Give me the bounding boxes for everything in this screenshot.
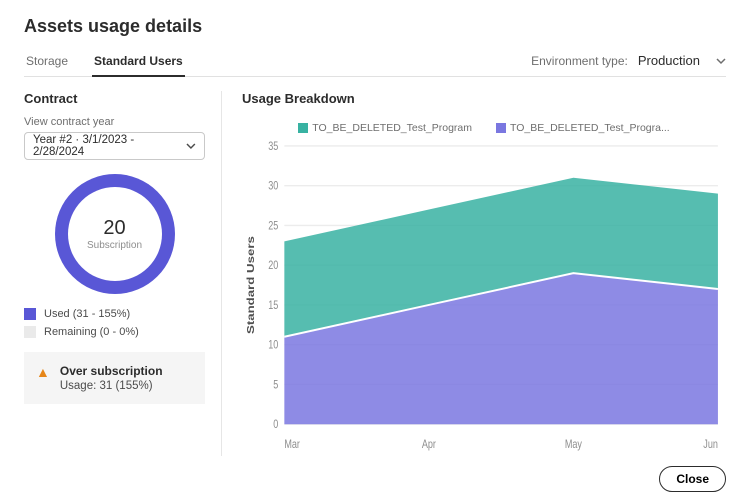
alert-title: Over subscription — [60, 364, 163, 378]
environment-type-label: Environment type: — [531, 54, 628, 68]
contract-panel: Contract View contract year Year #2 · 3/… — [24, 91, 222, 456]
alert-detail: Usage: 31 (155%) — [60, 380, 163, 392]
svg-text:5: 5 — [273, 378, 278, 392]
tab-standard-users[interactable]: Standard Users — [92, 54, 185, 76]
svg-text:May: May — [565, 438, 583, 452]
used-label: Used (31 - 155%) — [44, 308, 130, 320]
tabs: Storage Standard Users Environment type:… — [24, 47, 726, 77]
remaining-label: Remaining (0 - 0%) — [44, 326, 139, 338]
svg-text:10: 10 — [268, 339, 278, 353]
environment-type[interactable]: Environment type: Production — [207, 53, 726, 76]
close-button[interactable]: Close — [659, 466, 726, 492]
series-a-swatch — [298, 123, 308, 133]
usage-chart: 0 5 10 15 20 25 30 35 Mar Apr May Jun Standard Users — [242, 138, 726, 456]
subscription-count: 20 — [103, 217, 125, 240]
svg-text:Jun: Jun — [703, 438, 718, 452]
tab-storage[interactable]: Storage — [24, 54, 70, 76]
legend-series-a: TO_BE_DELETED_Test_Program — [298, 122, 472, 134]
contract-year-select[interactable]: Year #2 · 3/1/2023 - 2/28/2024 — [24, 132, 205, 160]
subscription-label: Subscription — [87, 240, 142, 251]
svg-text:Mar: Mar — [284, 438, 300, 452]
breakdown-heading: Usage Breakdown — [242, 91, 726, 106]
svg-text:0: 0 — [273, 418, 278, 432]
series-b-label: TO_BE_DELETED_Test_Progra... — [510, 122, 670, 134]
legend-remaining: Remaining (0 - 0%) — [24, 326, 205, 338]
svg-text:35: 35 — [268, 140, 278, 154]
environment-type-value: Production — [638, 53, 700, 68]
used-swatch — [24, 308, 36, 320]
svg-text:15: 15 — [268, 299, 278, 313]
contract-year-label: View contract year — [24, 116, 205, 128]
chevron-down-icon — [716, 56, 726, 66]
svg-text:Standard Users: Standard Users — [246, 236, 257, 334]
warning-icon: ▲ — [36, 365, 50, 392]
svg-text:Apr: Apr — [422, 438, 437, 452]
chevron-down-icon — [186, 141, 196, 151]
svg-text:30: 30 — [268, 180, 278, 194]
legend-used: Used (31 - 155%) — [24, 308, 205, 320]
page-title: Assets usage details — [24, 16, 726, 37]
remaining-swatch — [24, 326, 36, 338]
subscription-donut: 20 Subscription — [55, 174, 175, 294]
over-subscription-alert: ▲ Over subscription Usage: 31 (155%) — [24, 352, 205, 404]
svg-text:25: 25 — [268, 219, 278, 233]
contract-heading: Contract — [24, 91, 205, 106]
legend-series-b: TO_BE_DELETED_Test_Progra... — [496, 122, 670, 134]
chart-legend: TO_BE_DELETED_Test_Program TO_BE_DELETED… — [242, 122, 726, 134]
svg-text:20: 20 — [268, 259, 278, 273]
series-a-label: TO_BE_DELETED_Test_Program — [312, 122, 472, 134]
contract-year-value: Year #2 · 3/1/2023 - 2/28/2024 — [33, 134, 186, 158]
usage-breakdown-panel: Usage Breakdown TO_BE_DELETED_Test_Progr… — [242, 91, 726, 456]
series-b-swatch — [496, 123, 506, 133]
